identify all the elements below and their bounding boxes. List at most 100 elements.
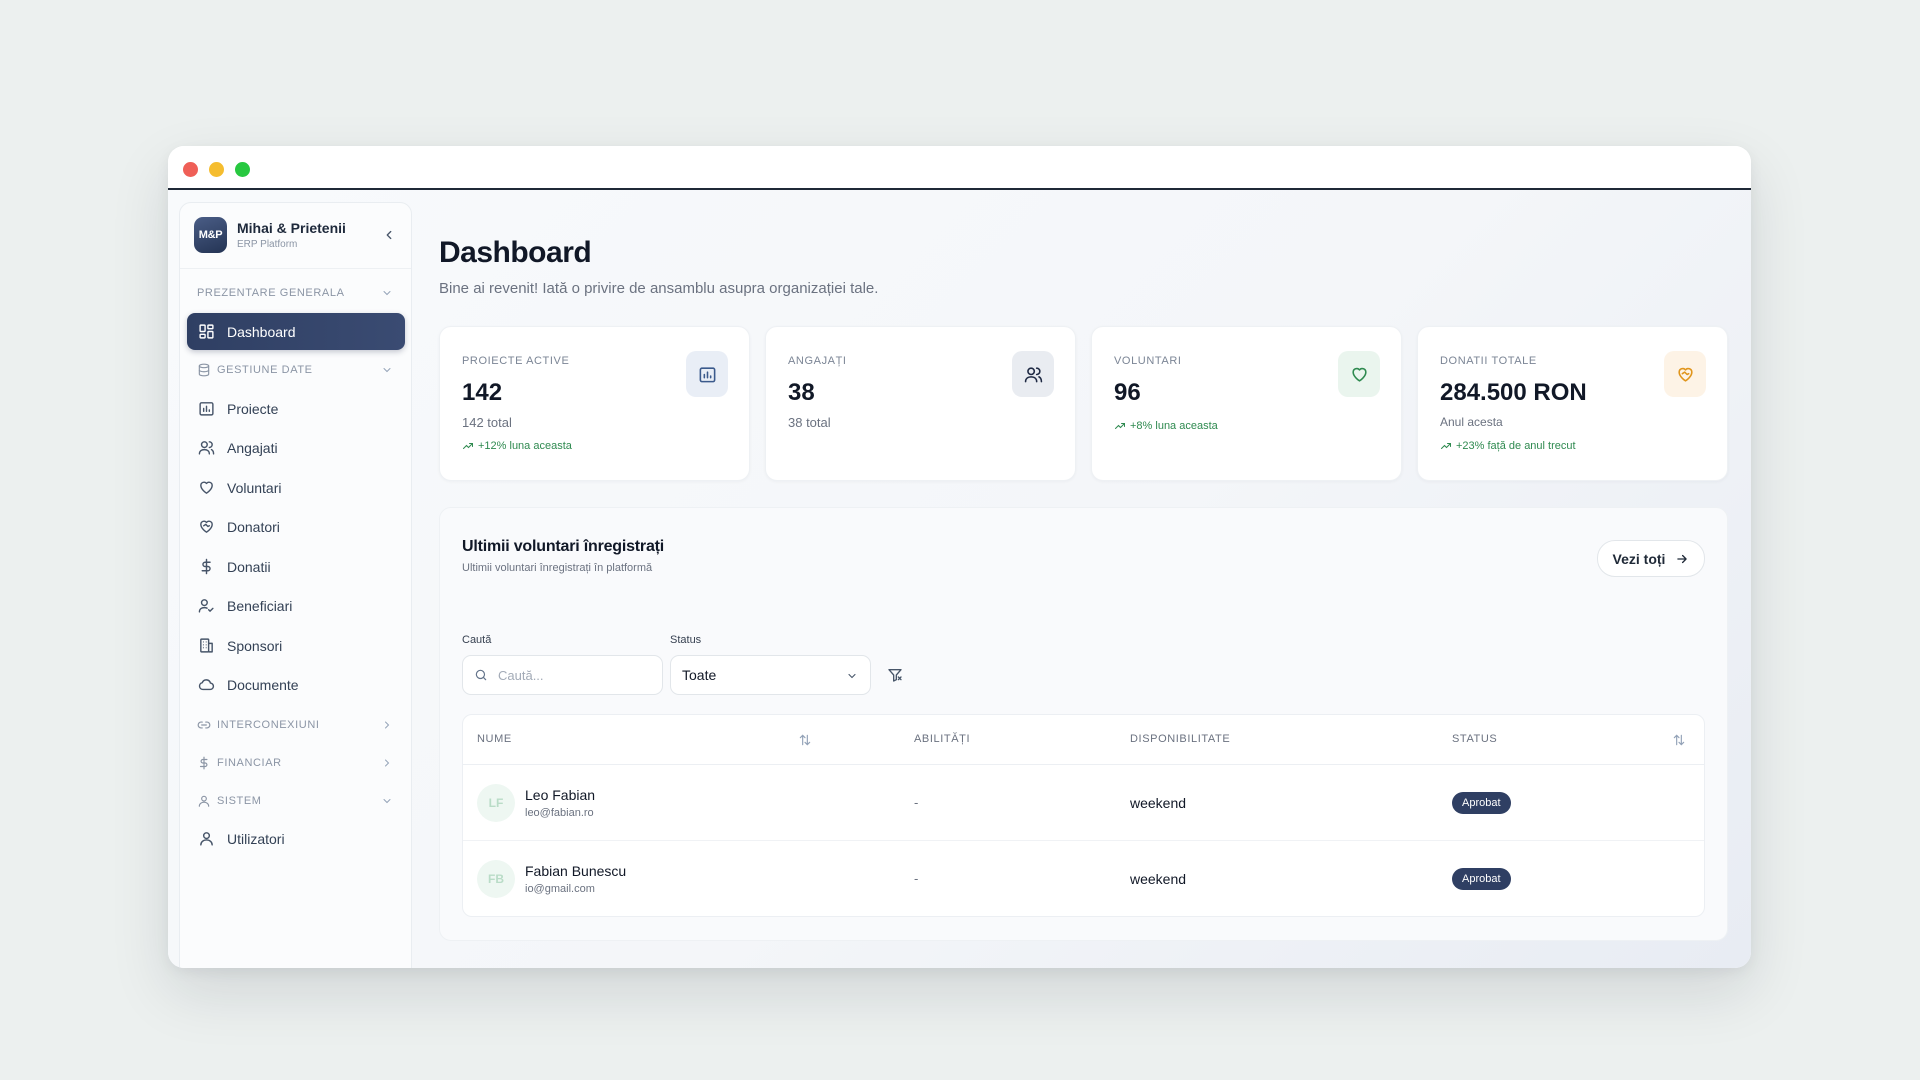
close-window-button[interactable] [183, 162, 198, 177]
section-interconexiuni[interactable]: INTERCONEXIUNI [197, 717, 397, 733]
brand-name: Mihai & Prietenii [237, 220, 346, 236]
column-header-nume[interactable]: NUME [477, 733, 512, 745]
sidebar-item-donatii[interactable]: Donatii [187, 548, 405, 585]
sidebar-item-sponsori[interactable]: Sponsori [187, 627, 405, 664]
chevron-right-icon [385, 721, 390, 729]
volunteer-availability: weekend [1130, 795, 1187, 811]
chevron-down-icon [383, 368, 391, 373]
view-all-button[interactable]: Vezi toți [1597, 540, 1705, 577]
app-content: M&P Mihai & Prietenii ERP Platform PREZE… [168, 190, 1751, 968]
dollar-icon [199, 756, 208, 770]
page-title: Dashboard [439, 236, 592, 269]
status-badge: Aprobat [1452, 868, 1511, 890]
sort-icon[interactable] [1672, 733, 1686, 747]
stat-card-angajati[interactable]: ANGAJAȚI 38 38 total [765, 326, 1076, 481]
section-sistem[interactable]: SISTEM [197, 793, 397, 809]
stat-label: DONATII TOTALE [1440, 355, 1537, 367]
sidebar-item-beneficiari[interactable]: Beneficiari [187, 587, 405, 624]
chevron-down-icon [383, 799, 391, 804]
app-window: M&P Mihai & Prietenii ERP Platform PREZE… [168, 146, 1751, 968]
table-row[interactable]: FB Fabian Bunescu io@gmail.com - weekend… [463, 841, 1704, 916]
sidebar-item-proiecte[interactable]: Proiecte [187, 390, 405, 427]
search-input[interactable] [498, 667, 648, 683]
trending-up-icon [1441, 443, 1451, 449]
stat-icon-box [1664, 351, 1706, 397]
stat-card-proiecte[interactable]: PROIECTE ACTIVE 142 142 total +12% luna … [439, 326, 750, 481]
search-label: Caută [462, 634, 492, 646]
sidebar-brand: M&P Mihai & Prietenii ERP Platform [180, 203, 411, 269]
stat-trend: +8% luna aceasta [1114, 420, 1218, 432]
chart-icon [199, 402, 214, 416]
stat-icon-box [686, 351, 728, 397]
section-gestiune-date[interactable]: GESTIUNE DATE [197, 362, 397, 378]
stat-value: 38 [788, 379, 815, 406]
sidebar-item-dashboard[interactable]: Dashboard [187, 313, 405, 350]
status-label: Status [670, 634, 702, 646]
stat-card-voluntari[interactable]: VOLUNTARI 96 +8% luna aceasta [1091, 326, 1402, 481]
search-field[interactable] [462, 655, 663, 695]
section-label: INTERCONEXIUNI [217, 719, 320, 731]
cloud-icon [198, 679, 215, 691]
stat-card-donatii[interactable]: DONATII TOTALE 284.500 RON Anul acesta +… [1417, 326, 1728, 481]
sort-icon[interactable] [798, 733, 812, 747]
user-icon [198, 795, 210, 807]
section-label: FINANCIAR [217, 757, 282, 769]
heart-icon [200, 481, 213, 494]
stat-total: 142 total [462, 415, 512, 430]
sidebar-item-label: Sponsori [227, 637, 283, 654]
user-check-icon [198, 599, 214, 613]
trending-up-icon [1115, 423, 1125, 429]
stat-value: 96 [1114, 379, 1141, 406]
stat-total: 38 total [788, 415, 831, 430]
chevron-down-icon [383, 291, 391, 296]
section-label: GESTIUNE DATE [217, 364, 313, 376]
window-titlebar [168, 146, 1751, 190]
sidebar-item-label: Documente [227, 676, 299, 693]
heart-icon [1351, 367, 1367, 382]
sidebar-item-label: Donatori [227, 518, 280, 535]
stat-icon-box [1338, 351, 1380, 397]
chart-icon [699, 366, 715, 382]
search-icon [475, 669, 487, 681]
brand-logo: M&P [194, 217, 227, 253]
maximize-window-button[interactable] [235, 162, 250, 177]
user-icon [200, 832, 213, 846]
stat-value: 284.500 RON [1440, 379, 1587, 406]
table-header: NUME ABILITĂȚI DISPONIBILITATE STATUS [463, 715, 1704, 765]
stat-label: VOLUNTARI [1114, 355, 1182, 367]
sidebar-item-label: Dashboard [227, 323, 296, 340]
column-header-status[interactable]: STATUS [1452, 733, 1497, 745]
sidebar: M&P Mihai & Prietenii ERP Platform PREZE… [179, 202, 412, 968]
link-icon [197, 721, 211, 729]
section-prezentare-generala[interactable]: PREZENTARE GENERALA [197, 285, 397, 301]
stat-value: 142 [462, 379, 503, 406]
column-header-disponibilitate: DISPONIBILITATE [1130, 733, 1231, 745]
collapse-sidebar-icon[interactable] [382, 228, 396, 242]
sidebar-item-donatori[interactable]: Donatori [187, 508, 405, 545]
filter-icon[interactable] [887, 667, 903, 683]
trending-up-icon [463, 443, 473, 449]
sidebar-item-angajati[interactable]: Angajati [187, 429, 405, 466]
volunteer-email: io@gmail.com [525, 883, 595, 895]
heart-handshake-icon [200, 520, 213, 533]
status-select-value: Toate [682, 667, 717, 683]
section-label: SISTEM [217, 795, 262, 807]
building-icon [200, 638, 213, 653]
status-select[interactable]: Toate [670, 655, 871, 695]
section-financiar[interactable]: FINANCIAR [197, 755, 397, 771]
stat-trend: +12% luna aceasta [462, 440, 572, 452]
sidebar-item-voluntari[interactable]: Voluntari [187, 469, 405, 506]
minimize-window-button[interactable] [209, 162, 224, 177]
sidebar-item-utilizatori[interactable]: Utilizatori [187, 820, 405, 857]
sidebar-item-documente[interactable]: Documente [187, 666, 405, 703]
sidebar-item-label: Beneficiari [227, 597, 293, 614]
sidebar-item-label: Donatii [227, 558, 271, 575]
volunteer-skills: - [914, 871, 919, 886]
table-row[interactable]: LF Leo Fabian leo@fabian.ro - weekend Ap… [463, 765, 1704, 841]
sidebar-item-label: Voluntari [227, 479, 282, 496]
sidebar-item-label: Angajati [227, 439, 278, 456]
sidebar-item-label: Utilizatori [227, 830, 285, 847]
avatar: FB [477, 860, 515, 898]
panel-title: Ultimii voluntari înregistrați [462, 538, 665, 555]
dashboard-icon [199, 324, 214, 339]
